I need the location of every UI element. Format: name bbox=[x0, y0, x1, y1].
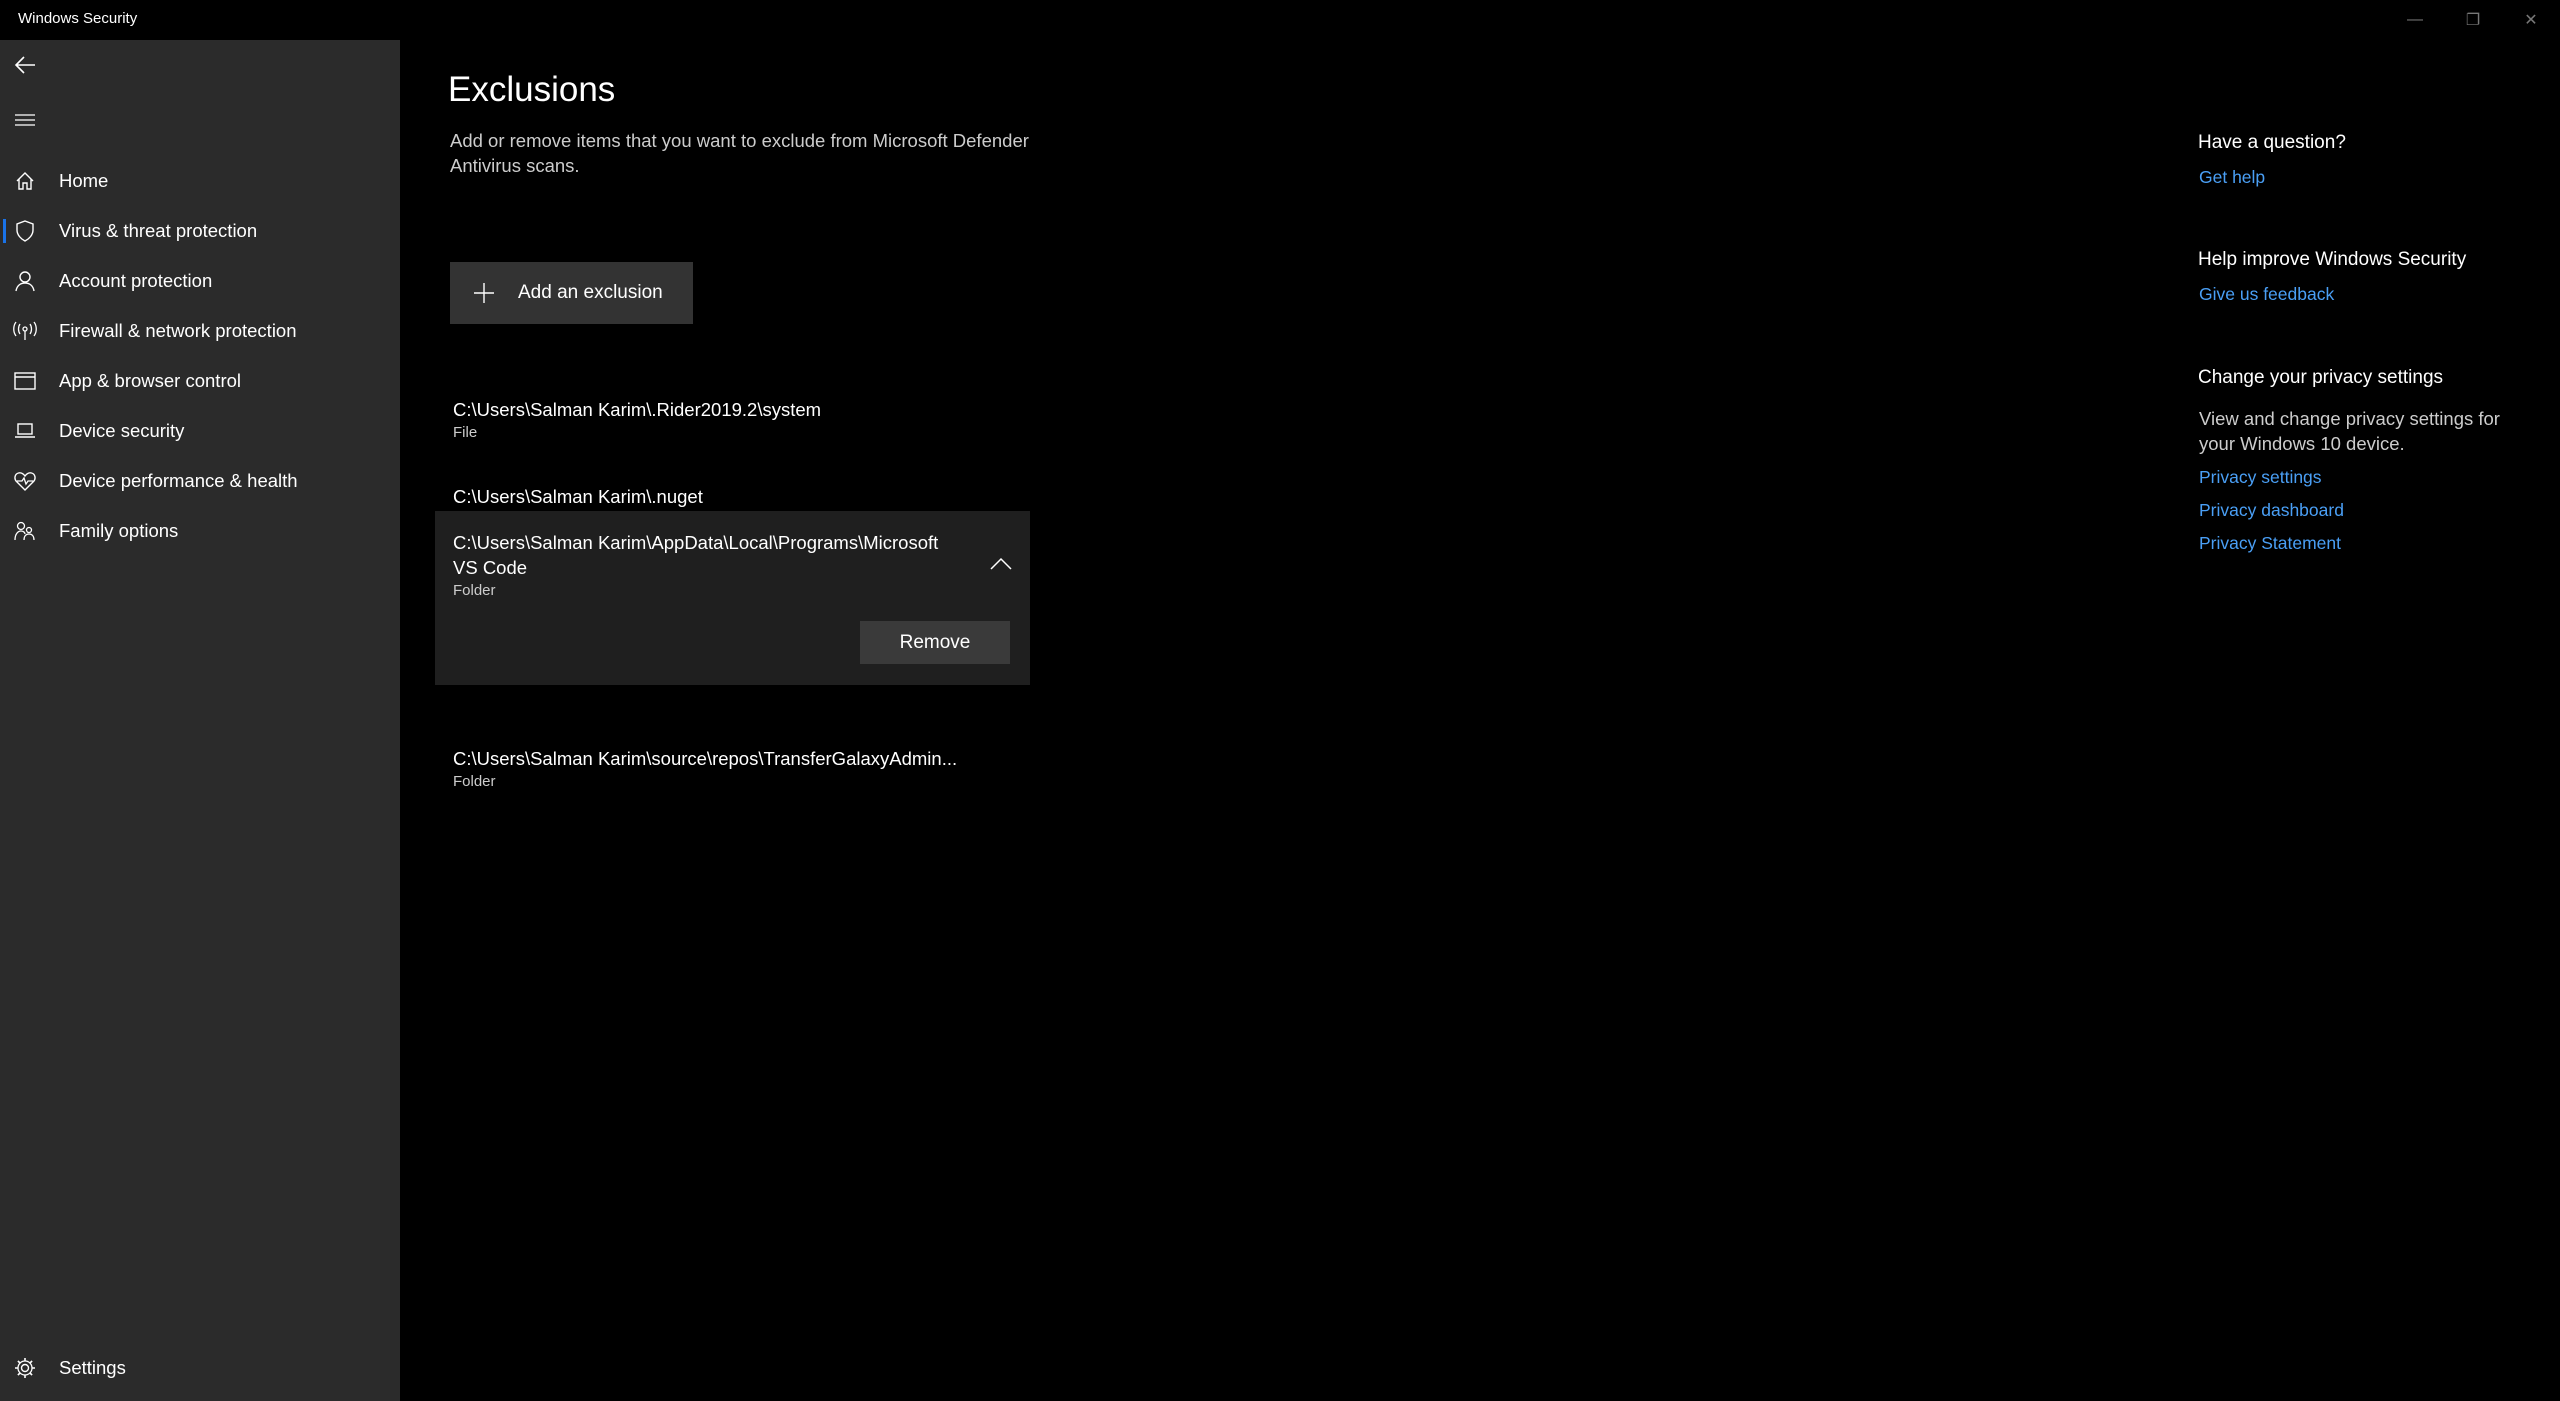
exclusion-type: Folder bbox=[453, 773, 496, 790]
hamburger-icon bbox=[15, 114, 35, 126]
person-icon bbox=[0, 256, 50, 306]
sidebar-item-account-protection[interactable]: Account protection bbox=[0, 256, 400, 306]
sidebar-item-home[interactable]: Home bbox=[0, 156, 400, 206]
close-icon: ✕ bbox=[2524, 12, 2538, 29]
sidebar-item-label: Family options bbox=[59, 520, 179, 541]
shield-icon bbox=[0, 206, 50, 256]
exclusion-item-expanded[interactable]: C:\Users\Salman Karim\AppData\Local\Prog… bbox=[435, 511, 1030, 685]
maximize-icon: ❐ bbox=[2465, 12, 2481, 29]
sidebar-item-virus-threat-protection[interactable]: Virus & threat protection bbox=[0, 206, 400, 256]
exclusion-path: C:\Users\Salman Karim\.nuget bbox=[453, 486, 703, 507]
menu-button[interactable] bbox=[0, 95, 50, 145]
sidebar-item-device-security[interactable]: Device security bbox=[0, 406, 400, 456]
antenna-icon bbox=[0, 306, 50, 356]
browser-window-icon bbox=[0, 356, 50, 406]
privacy-heading: Change your privacy settings bbox=[2198, 367, 2444, 388]
sidebar-item-label: Device security bbox=[59, 420, 185, 441]
feedback-link[interactable]: Give us feedback bbox=[2199, 284, 2334, 305]
sidebar-item-label: Settings bbox=[59, 1357, 126, 1378]
exclusion-path: C:\Users\Salman Karim\.Rider2019.2\syste… bbox=[453, 399, 822, 420]
sidebar: Home Virus & threat protection Account p… bbox=[0, 40, 400, 1401]
heart-pulse-icon bbox=[0, 456, 50, 506]
sidebar-item-app-browser-control[interactable]: App & browser control bbox=[0, 356, 400, 406]
remove-button[interactable]: Remove bbox=[860, 621, 1010, 664]
privacy-statement-link[interactable]: Privacy Statement bbox=[2199, 533, 2341, 554]
back-button[interactable] bbox=[0, 40, 50, 90]
plus-icon bbox=[474, 283, 494, 303]
page-title: Exclusions bbox=[448, 70, 616, 109]
minimize-button[interactable]: — bbox=[2386, 0, 2444, 40]
privacy-description: View and change privacy settings for you… bbox=[2199, 408, 2500, 454]
sidebar-item-label: Home bbox=[59, 170, 109, 191]
add-exclusion-label: Add an exclusion bbox=[518, 282, 663, 303]
privacy-dashboard-link[interactable]: Privacy dashboard bbox=[2199, 500, 2344, 521]
sidebar-item-device-performance-health[interactable]: Device performance & health bbox=[0, 456, 400, 506]
exclusion-type: Folder bbox=[453, 582, 496, 599]
get-help-link[interactable]: Get help bbox=[2199, 167, 2265, 188]
window-title: Windows Security bbox=[18, 10, 138, 27]
sidebar-item-firewall-network-protection[interactable]: Firewall & network protection bbox=[0, 306, 400, 356]
add-exclusion-button[interactable]: Add an exclusion bbox=[450, 262, 693, 324]
exclusion-path: C:\Users\Salman Karim\source\repos\Trans… bbox=[453, 748, 958, 769]
sidebar-item-label: Account protection bbox=[59, 270, 213, 291]
main-content: Exclusions Add or remove items that you … bbox=[400, 40, 2100, 1401]
minimize-icon: — bbox=[2407, 11, 2423, 28]
close-button[interactable]: ✕ bbox=[2502, 0, 2560, 40]
back-arrow-icon bbox=[14, 56, 35, 74]
chevron-up-icon[interactable] bbox=[990, 556, 1012, 570]
family-icon bbox=[0, 506, 50, 556]
exclusion-item[interactable]: C:\Users\Salman Karim\source\repos\Trans… bbox=[435, 705, 1030, 791]
laptop-icon bbox=[0, 406, 50, 456]
sidebar-item-label: Firewall & network protection bbox=[59, 320, 297, 341]
home-icon bbox=[0, 156, 50, 206]
maximize-button[interactable]: ❐ bbox=[2444, 0, 2502, 40]
sidebar-item-settings[interactable]: Settings bbox=[0, 1343, 400, 1393]
exclusion-path: C:\Users\Salman Karim\AppData\Local\Prog… bbox=[453, 532, 939, 578]
question-heading: Have a question? bbox=[2198, 132, 2346, 153]
page-description: Add or remove items that you want to exc… bbox=[450, 130, 1029, 176]
sidebar-item-label: Virus & threat protection bbox=[59, 220, 258, 241]
gear-icon bbox=[0, 1343, 50, 1393]
sidebar-item-label: App & browser control bbox=[59, 370, 242, 391]
sidebar-item-label: Device performance & health bbox=[59, 470, 298, 491]
privacy-settings-link[interactable]: Privacy settings bbox=[2199, 467, 2322, 488]
sidebar-item-family-options[interactable]: Family options bbox=[0, 506, 400, 556]
improve-heading: Help improve Windows Security bbox=[2198, 249, 2467, 270]
title-bar: Windows Security — ❐ ✕ bbox=[0, 0, 2560, 40]
exclusion-item[interactable]: C:\Users\Salman Karim\.Rider2019.2\syste… bbox=[435, 352, 1030, 441]
